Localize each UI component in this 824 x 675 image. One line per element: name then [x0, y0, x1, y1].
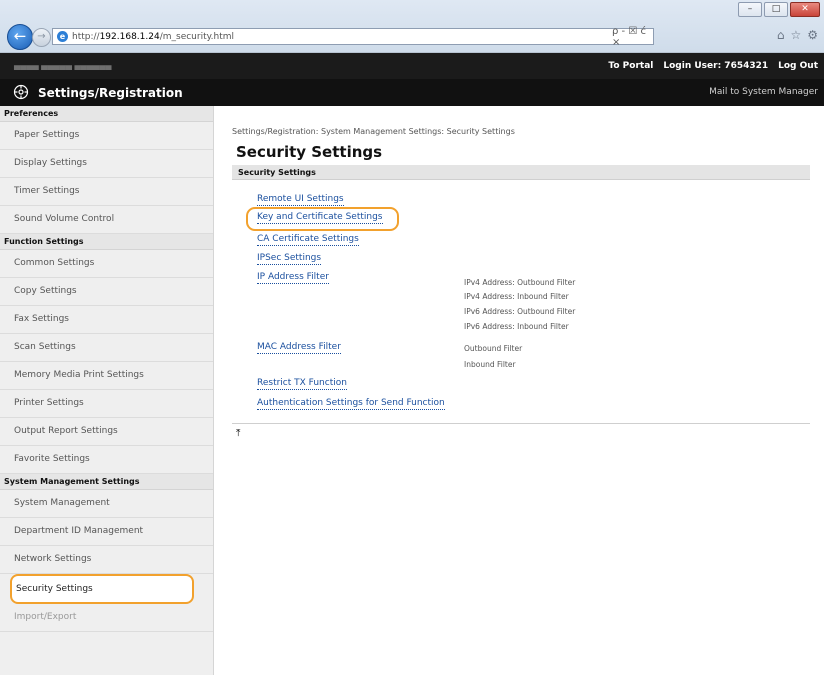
app-title: Settings/Registration: [38, 86, 183, 100]
ipv6-inbound-filter-label: IPv6 Address: Inbound Filter: [464, 322, 569, 331]
key-and-certificate-settings-link[interactable]: Key and Certificate Settings: [257, 212, 383, 224]
back-button[interactable]: ←: [7, 24, 33, 50]
breadcrumb: Settings/Registration: System Management…: [232, 127, 515, 136]
sidebar-item-paper-settings[interactable]: Paper Settings: [0, 122, 213, 150]
forward-button[interactable]: →: [32, 28, 51, 47]
maximize-button[interactable]: □: [764, 2, 788, 17]
close-button[interactable]: ✕: [790, 2, 820, 17]
to-portal-link[interactable]: To Portal: [608, 61, 653, 71]
sidebar-item-system-management[interactable]: System Management: [0, 490, 213, 518]
page-title: Security Settings: [236, 143, 383, 161]
address-bar[interactable]: e http://192.168.1.24/m_security.html: [52, 28, 654, 45]
address-tools[interactable]: ρ - ☒ ć ×: [612, 26, 654, 48]
login-user-label: Login User: 7654321: [663, 61, 769, 71]
sidebar-item-scan-settings[interactable]: Scan Settings: [0, 334, 213, 362]
sidebar-item-department-id-management[interactable]: Department ID Management: [0, 518, 213, 546]
ipsec-settings-link[interactable]: IPSec Settings: [257, 253, 322, 265]
header-links: To Portal Login User: 7654321 Log Out: [608, 61, 818, 71]
sidebar-item-memory-media-print-settings[interactable]: Memory Media Print Settings: [0, 362, 213, 390]
remote-ui-settings-link[interactable]: Remote UI Settings: [257, 194, 344, 206]
log-out-link[interactable]: Log Out: [778, 61, 818, 71]
main-content: Settings/Registration: System Management…: [214, 106, 824, 675]
content-divider: [232, 423, 810, 424]
star-icon[interactable]: ☆: [790, 28, 801, 42]
sidebar-item-favorite-settings[interactable]: Favorite Settings: [0, 446, 213, 474]
ipv4-outbound-filter-label: IPv4 Address: Outbound Filter: [464, 278, 576, 287]
sidebar-item-sound-volume-control[interactable]: Sound Volume Control: [0, 206, 213, 234]
ca-certificate-settings-link[interactable]: CA Certificate Settings: [257, 234, 359, 246]
restrict-tx-function-link[interactable]: Restrict TX Function: [257, 378, 347, 390]
sidebar-header-preferences: Preferences: [0, 106, 213, 122]
app-title-bar: Settings/Registration Mail to System Man…: [0, 79, 824, 106]
url-path: /m_security.html: [159, 31, 235, 42]
window-controls: – □ ✕: [738, 2, 820, 17]
back-to-top-icon[interactable]: ⤒: [236, 428, 240, 439]
sidebar-item-security-settings[interactable]: Security Settings: [10, 574, 194, 604]
home-icon[interactable]: ⌂: [777, 28, 785, 42]
gear-icon[interactable]: ⚙: [807, 28, 818, 42]
ipv4-inbound-filter-label: IPv4 Address: Inbound Filter: [464, 292, 569, 301]
device-header: ▄▄▄▄ ▄▄▄▄▄ ▄▄▄▄▄▄ To Portal Login User: …: [0, 53, 824, 79]
ie-page-icon: e: [57, 31, 68, 42]
sidebar: Preferences Paper Settings Display Setti…: [0, 106, 214, 675]
authentication-settings-for-send-function-link[interactable]: Authentication Settings for Send Functio…: [257, 398, 445, 410]
sidebar-header-system-management-settings: System Management Settings: [0, 474, 213, 490]
ipv6-outbound-filter-label: IPv6 Address: Outbound Filter: [464, 307, 576, 316]
sidebar-item-copy-settings[interactable]: Copy Settings: [0, 278, 213, 306]
mac-inbound-filter-label: Inbound Filter: [464, 360, 516, 369]
url-host: 192.168.1.24: [99, 31, 160, 42]
sidebar-header-function-settings: Function Settings: [0, 234, 213, 250]
sidebar-item-network-settings[interactable]: Network Settings: [0, 546, 213, 574]
settings-gear-icon: [13, 84, 29, 100]
section-header: Security Settings: [232, 165, 810, 180]
sidebar-item-printer-settings[interactable]: Printer Settings: [0, 390, 213, 418]
sidebar-item-timer-settings[interactable]: Timer Settings: [0, 178, 213, 206]
sidebar-item-display-settings[interactable]: Display Settings: [0, 150, 213, 178]
sidebar-item-common-settings[interactable]: Common Settings: [0, 250, 213, 278]
minimize-button[interactable]: –: [738, 2, 762, 17]
mac-outbound-filter-label: Outbound Filter: [464, 344, 523, 353]
sidebar-item-output-report-settings[interactable]: Output Report Settings: [0, 418, 213, 446]
mac-address-filter-link[interactable]: MAC Address Filter: [257, 342, 341, 354]
sidebar-item-import-export[interactable]: Import/Export: [0, 604, 213, 632]
sidebar-item-fax-settings[interactable]: Fax Settings: [0, 306, 213, 334]
device-name: ▄▄▄▄ ▄▄▄▄▄ ▄▄▄▄▄▄: [14, 61, 112, 70]
url-prefix: http://: [72, 31, 100, 42]
ip-address-filter-link[interactable]: IP Address Filter: [257, 272, 329, 284]
browser-icons: ⌂ ☆ ⚙: [777, 28, 818, 42]
browser-toolbar: – □ ✕ ← → e http://192.168.1.24/m_securi…: [0, 0, 824, 53]
mail-to-system-manager-link[interactable]: Mail to System Manager: [709, 87, 818, 97]
